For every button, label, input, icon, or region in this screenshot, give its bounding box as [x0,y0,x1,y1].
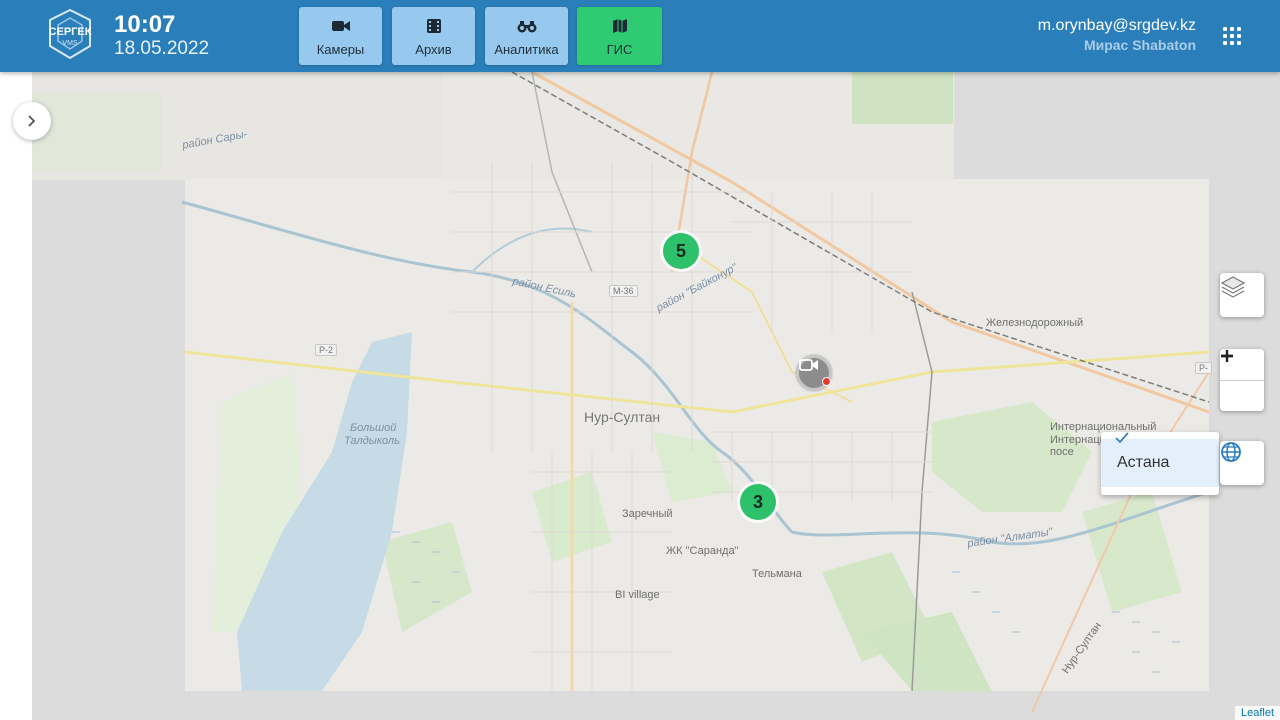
map-label-saranda: ЖК "Саранда" [666,545,739,557]
minus-icon [1221,354,1233,358]
globe-icon [1221,442,1241,462]
nav-cameras-label: Камеры [316,42,365,57]
map-label-lake-2: Талдыколь [344,435,400,447]
nav-gis-button[interactable]: ГИС [577,7,662,65]
map-label-pose: посе [1050,446,1074,458]
map-label-bi-village: BI village [615,589,660,601]
svg-text:СЕРГЕК: СЕРГЕК [49,26,92,38]
user-info[interactable]: m.orynbay@srgdev.kz Мирас Shabaton [1038,16,1196,54]
zoom-control [1220,349,1264,411]
nav-analytics-label: Аналитика [494,42,559,57]
nav-archive-button[interactable]: Архив [392,7,475,65]
cluster-count: 3 [740,484,776,520]
map-label-zheleznodorozhny: Железнодорожный [986,317,1084,329]
map-icon [612,19,627,33]
gis-map[interactable]: Нур-Султан Железнодорожный Интернационал… [32,72,1280,720]
video-camera-icon [331,21,350,31]
film-archive-icon [426,19,441,33]
nav-archive-label: Архив [415,42,452,57]
camera-marker[interactable] [796,355,832,391]
sidebar-expand-button[interactable] [13,102,51,140]
apps-grid-icon[interactable] [1223,27,1241,45]
cluster-count: 5 [663,233,699,269]
current-time: 10:07 [114,11,176,38]
map-label-lake-1: Большой [350,422,397,434]
binoculars-icon [517,21,536,33]
svg-text:VMS: VMS [62,40,78,47]
sidebar-collapsed [0,72,32,720]
city-selector-menu: Астана [1101,432,1219,495]
layers-control-button[interactable] [1220,273,1264,317]
city-selector-button[interactable] [1220,441,1264,485]
current-date: 18.05.2022 [114,38,210,59]
camera-cluster-marker[interactable]: 5 [660,230,702,272]
nav-gis-label: ГИС [606,42,633,57]
road-shield-r2: Р-2 [315,344,338,356]
clock: 10:07 18.05.2022 [114,12,209,60]
map-label-telmana: Тельмана [752,568,802,580]
road-shield-r: Р- [1195,362,1212,374]
zoom-out-button[interactable] [1220,354,1264,411]
map-label-zarechny: Заречный [622,508,673,520]
sergek-logo[interactable]: СЕРГЕК VMS [44,8,96,60]
layers-icon [1220,276,1246,298]
top-bar: СЕРГЕК VMS 10:07 18.05.2022 Камеры Архив [0,0,1280,72]
city-option-astana[interactable]: Астана [1101,432,1219,487]
road-shield-m36: М-36 [609,285,638,297]
city-option-label: Астана [1117,454,1170,471]
chevron-right-icon [28,115,36,127]
leaflet-attribution-link[interactable]: Leaflet [1234,706,1280,720]
checkmark-icon [1115,432,1129,444]
map-label-city: Нур-Султан [584,409,661,425]
nav-cameras-button[interactable]: Камеры [299,7,382,65]
camera-offline-badge [822,377,831,386]
video-camera-icon [799,359,818,371]
camera-cluster-marker[interactable]: 3 [737,481,779,523]
user-email: m.orynbay@srgdev.kz [1037,17,1196,34]
user-name: Мирас Shabaton [1083,37,1196,53]
nav-analytics-button[interactable]: Аналитика [485,7,568,65]
